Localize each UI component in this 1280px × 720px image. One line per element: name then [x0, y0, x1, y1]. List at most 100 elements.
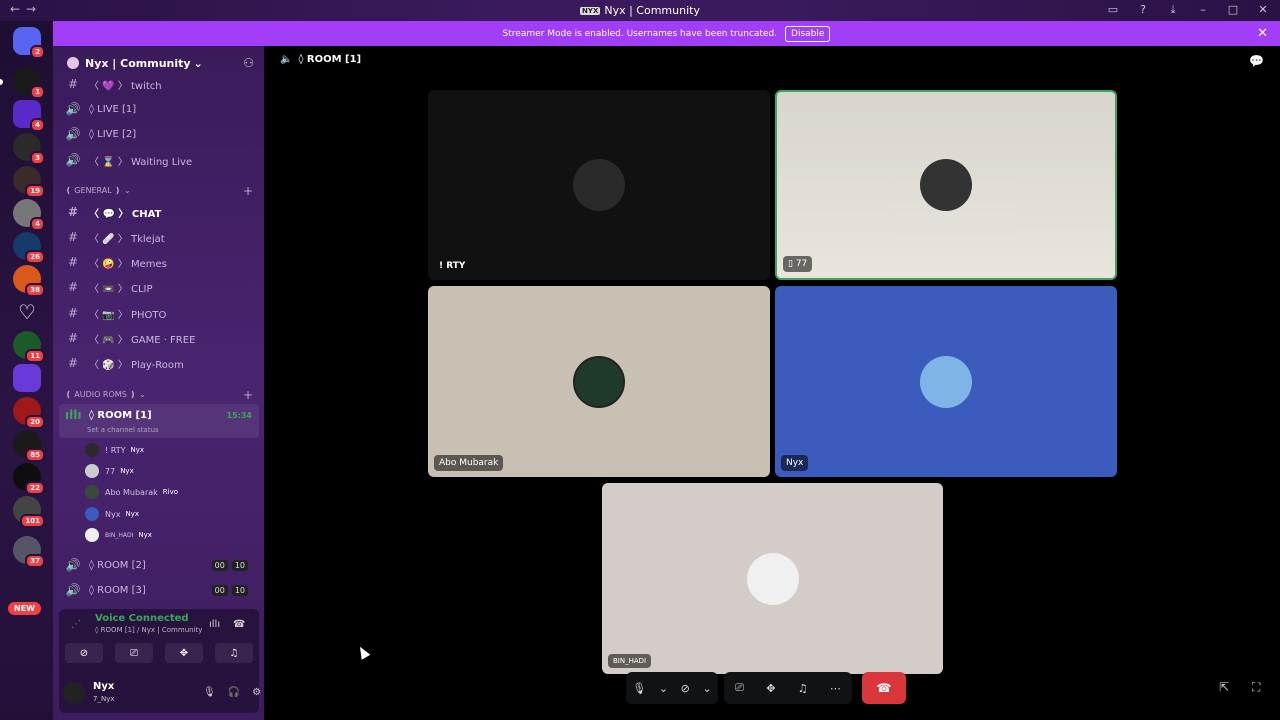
fullscreen-icon[interactable]: ⛶: [1252, 680, 1260, 695]
channel-item[interactable]: # 〈 💜 〉 twitch: [53, 72, 264, 96]
disconnect-button[interactable]: ☎: [862, 672, 906, 704]
server-icon[interactable]: 1: [13, 67, 45, 99]
screen-share-button[interactable]: ⎚: [115, 643, 153, 663]
server-icon[interactable]: 4: [13, 199, 45, 231]
chevron-down-icon: ⌄: [193, 56, 203, 70]
more-icon[interactable]: ⋯: [830, 682, 841, 695]
tile-label: ! RTY: [439, 261, 466, 271]
server-icon[interactable]: 11: [13, 331, 45, 363]
server-icon[interactable]: 20: [13, 397, 45, 429]
video-tile[interactable]: ! RTY: [428, 90, 770, 280]
speaker-icon: 🔈: [280, 54, 293, 65]
new-badge: NEW: [8, 602, 41, 615]
server-icon[interactable]: 19: [13, 166, 45, 198]
server-list: 2 1 4 3 19 4 26 38 ♡ 11 20 85 22 101 37 …: [0, 21, 53, 720]
server-icon[interactable]: 3: [13, 133, 45, 165]
disconnect-icon[interactable]: ☎: [233, 619, 245, 630]
voice-location: ◊ ROOM [1] / Nyx | Community: [95, 626, 203, 634]
channel-item[interactable]: 🔊 ◊ LIVE [2]: [53, 122, 264, 146]
channel-item[interactable]: # 〈 📼 〉 CLIP: [53, 275, 264, 299]
streamer-mode-banner: Streamer Mode is enabled. Usernames have…: [53, 21, 1280, 46]
server-icon[interactable]: 22: [13, 463, 45, 495]
avatar: [573, 159, 625, 211]
voice-member[interactable]: BIN_HADI Nyx: [85, 526, 152, 544]
add-channel-icon[interactable]: +: [243, 184, 253, 198]
screen-share-icon[interactable]: ⎚: [735, 681, 744, 695]
channel-item[interactable]: # 〈 📷 〉 PHOTO: [53, 301, 264, 325]
headphones-icon[interactable]: 🎧: [228, 687, 240, 698]
server-icon[interactable]: [13, 364, 41, 392]
window-titlebar: ←→ NYX Nyx | Community ▭ ? ⤓ – □ ✕: [0, 0, 1280, 21]
server-icon[interactable]: 38: [13, 265, 45, 297]
call-timer: 15:34: [226, 410, 252, 420]
camera-off-icon[interactable]: ⊘: [681, 682, 690, 695]
channel-sidebar: Nyx | Community ⌄ ⚇ # 〈 💜 〉 twitch 🔊 ◊ LIVE…: [53, 46, 264, 720]
server-icon[interactable]: 37: [13, 536, 45, 568]
category-general[interactable]: ❪ GENERAL ❫ ⌄ +: [65, 184, 253, 198]
microphone-icon[interactable]: 🎙: [632, 682, 646, 695]
soundboard-icon[interactable]: ♫: [798, 682, 808, 695]
voice-channel-room-1[interactable]: ıllı ◊ ROOM [1] 15:34: [53, 403, 264, 427]
soundboard-button[interactable]: ♫: [215, 643, 253, 663]
activities-icon[interactable]: ✥: [766, 682, 775, 695]
channel-status[interactable]: Set a channel status: [87, 426, 159, 434]
tile-label: Nyx: [781, 455, 809, 471]
voice-member[interactable]: 77 Nyx: [85, 462, 134, 480]
tile-label: BIN_HADI: [608, 654, 652, 668]
banner-text: Streamer Mode is enabled. Usernames have…: [502, 28, 778, 39]
voice-channel-room-3[interactable]: 🔊 ◊ ROOM [3] 00 10: [53, 578, 264, 602]
server-icon: [67, 57, 79, 69]
server-icon[interactable]: 101: [13, 496, 45, 528]
popout-icon[interactable]: ⇱: [1219, 680, 1229, 694]
avatar: [920, 355, 972, 408]
channel-item[interactable]: 🔊 ◊ LIVE [1]: [53, 97, 264, 121]
inbox-icon[interactable]: ▭: [1106, 3, 1120, 17]
video-tile-speaking[interactable]: ▯ 77: [775, 90, 1117, 280]
category-audio[interactable]: ❪ AUDIO ROMS ❫ ⌄ +: [65, 388, 253, 402]
download-icon[interactable]: ⤓: [1166, 3, 1180, 17]
server-icon[interactable]: 85: [13, 430, 45, 462]
video-tile[interactable]: BIN_HADI: [602, 483, 943, 674]
voice-channel-room-2[interactable]: 🔊 ◊ ROOM [2] 00 10: [53, 553, 264, 577]
tile-label: Abo Mubarak: [434, 455, 504, 471]
channel-item[interactable]: # 〈 🤪 〉 Memes: [53, 250, 264, 274]
gear-icon[interactable]: ⚙: [252, 687, 261, 698]
home-button[interactable]: 2: [13, 27, 45, 59]
invite-icon[interactable]: ⚇: [243, 56, 254, 70]
channel-item[interactable]: # 〈 💬 〉 CHAT: [53, 200, 264, 224]
mic-camera-controls: 🎙 ⌄ ⊘ ⌄: [626, 672, 718, 704]
close-banner-icon[interactable]: ✕: [1257, 26, 1268, 41]
voice-member[interactable]: Nyx Nyx: [85, 505, 139, 523]
heart-server-icon[interactable]: ♡: [13, 298, 41, 326]
voice-status[interactable]: Voice Connected: [95, 613, 189, 624]
activities-button[interactable]: ✥: [165, 643, 203, 663]
channel-item[interactable]: # 〈 🎮 〉 GAME · FREE: [53, 326, 264, 350]
camera-off-button[interactable]: ⊘: [65, 643, 103, 663]
voice-member[interactable]: ! RTY Nyx: [85, 441, 144, 459]
video-tile[interactable]: Nyx: [775, 286, 1117, 477]
channel-header: 🔈 ◊ ROOM [1]: [280, 54, 362, 65]
channel-item[interactable]: # 〈 🎲 〉 Play-Room: [53, 351, 264, 375]
maximize-icon[interactable]: □: [1226, 3, 1240, 17]
signal-icon[interactable]: ⋰: [71, 619, 81, 630]
server-icon[interactable]: 26: [13, 232, 45, 264]
chat-icon[interactable]: 💬: [1249, 54, 1264, 68]
minimize-icon[interactable]: –: [1196, 3, 1210, 17]
username: Nyx: [93, 681, 115, 692]
add-channel-icon[interactable]: +: [243, 388, 253, 402]
disable-button[interactable]: Disable: [785, 25, 831, 42]
avatar[interactable]: [63, 682, 85, 704]
voice-member[interactable]: Abo Mubarak Rivo: [85, 483, 178, 501]
noise-icon[interactable]: ıllı: [209, 619, 220, 630]
tile-label: ▯ 77: [783, 256, 813, 272]
help-icon[interactable]: ?: [1136, 3, 1150, 17]
close-window-icon[interactable]: ✕: [1256, 3, 1270, 17]
server-icon[interactable]: 4: [13, 100, 45, 132]
microphone-icon[interactable]: 🎙: [203, 687, 216, 698]
channel-item[interactable]: # 〈 🩹 〉 Tklejat: [53, 225, 264, 249]
chevron-down-icon[interactable]: ⌄: [659, 682, 668, 695]
video-tile[interactable]: Abo Mubarak: [428, 286, 770, 477]
chevron-down-icon[interactable]: ⌄: [702, 682, 711, 695]
channel-item[interactable]: 🔊 〈 ⌛ 〉 Waiting Live: [53, 148, 264, 172]
voice-stage: 🔈 ◊ ROOM [1] 💬 ! RTY ▯ 77 Abo Mubarak Nyx…: [264, 46, 1280, 720]
